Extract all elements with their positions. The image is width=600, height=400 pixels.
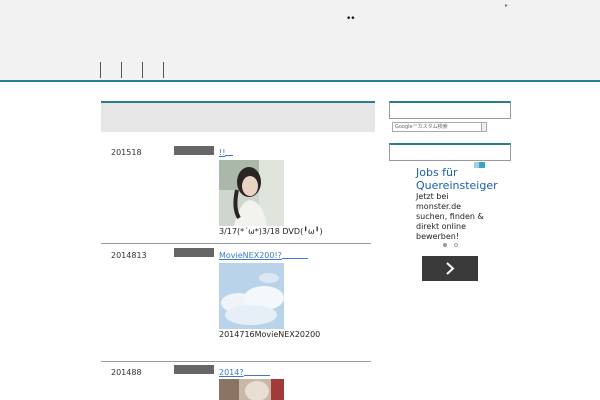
category-badge[interactable]: [174, 146, 214, 155]
carousel-dot-active[interactable]: [443, 243, 447, 247]
post-date: 2014813: [111, 251, 147, 260]
ad-title[interactable]: Jobs für Quereinsteiger: [416, 166, 498, 192]
post-excerpt: 3/17(*´ω*)3/18 DVD(╹ω╹): [219, 227, 323, 236]
post-title-link[interactable]: 2014?: [219, 368, 270, 377]
main-nav: [100, 62, 164, 78]
ad-body[interactable]: Jetzt bei monster.de suchen, finden & di…: [416, 192, 492, 242]
main-section-header: [101, 101, 375, 132]
header-divider: [0, 80, 600, 82]
category-badge[interactable]: [174, 365, 214, 374]
carousel-dot[interactable]: [454, 243, 458, 247]
ad-next-button[interactable]: [422, 256, 478, 281]
post-date: 201518: [111, 148, 142, 157]
search-button[interactable]: [481, 122, 487, 132]
ad-banner[interactable]: Jobs für Quereinsteiger Jetzt bei monste…: [410, 162, 498, 282]
post-divider: [101, 243, 371, 244]
category-badge[interactable]: [174, 248, 214, 257]
play-arrow-icon[interactable]: ▸: [505, 2, 508, 9]
post-divider: [101, 361, 371, 362]
post-title-link[interactable]: MovieNEX200!?: [219, 251, 308, 260]
post-thumbnail[interactable]: [219, 379, 284, 400]
nav-item[interactable]: [121, 62, 142, 78]
chevron-right-icon: [446, 262, 455, 275]
nav-item[interactable]: [100, 62, 121, 78]
nav-item[interactable]: [142, 62, 163, 78]
search-input[interactable]: Google™カスタム検索: [392, 122, 482, 132]
post-thumbnail[interactable]: [219, 160, 284, 226]
nav-item[interactable]: [163, 62, 164, 78]
site-logo[interactable]: ••: [346, 14, 356, 24]
sidebar-widget-title: [389, 143, 511, 161]
post-thumbnail[interactable]: [219, 263, 284, 329]
sidebar-widget-title: [389, 101, 511, 119]
post-date: 201488: [111, 368, 142, 377]
site-header: •• ▸: [0, 0, 600, 80]
post-excerpt: 2014716MovieNEX20200: [219, 330, 321, 339]
post-title-link[interactable]: !!: [219, 148, 234, 157]
